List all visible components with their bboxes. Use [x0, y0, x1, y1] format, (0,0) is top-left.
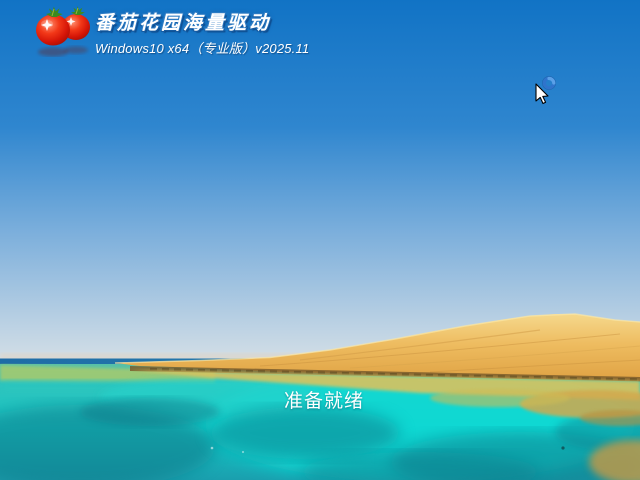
brand-title: 番茄花园海量驱动: [95, 8, 309, 35]
brand-subtitle: Windows10 x64（专业版）v2025.11: [95, 38, 309, 57]
busy-cursor-icon: [530, 74, 560, 106]
status-message: 准备就绪: [284, 386, 364, 413]
branding-text: 番茄花园海量驱动 Windows10 x64（专业版）v2025.11: [95, 5, 309, 57]
branding: 番茄花园海量驱动 Windows10 x64（专业版）v2025.11: [27, 5, 309, 57]
tomato-logo: [27, 5, 95, 57]
deployment-screen: 番茄花园海量驱动 Windows10 x64（专业版）v2025.11 准备就绪: [0, 0, 640, 480]
